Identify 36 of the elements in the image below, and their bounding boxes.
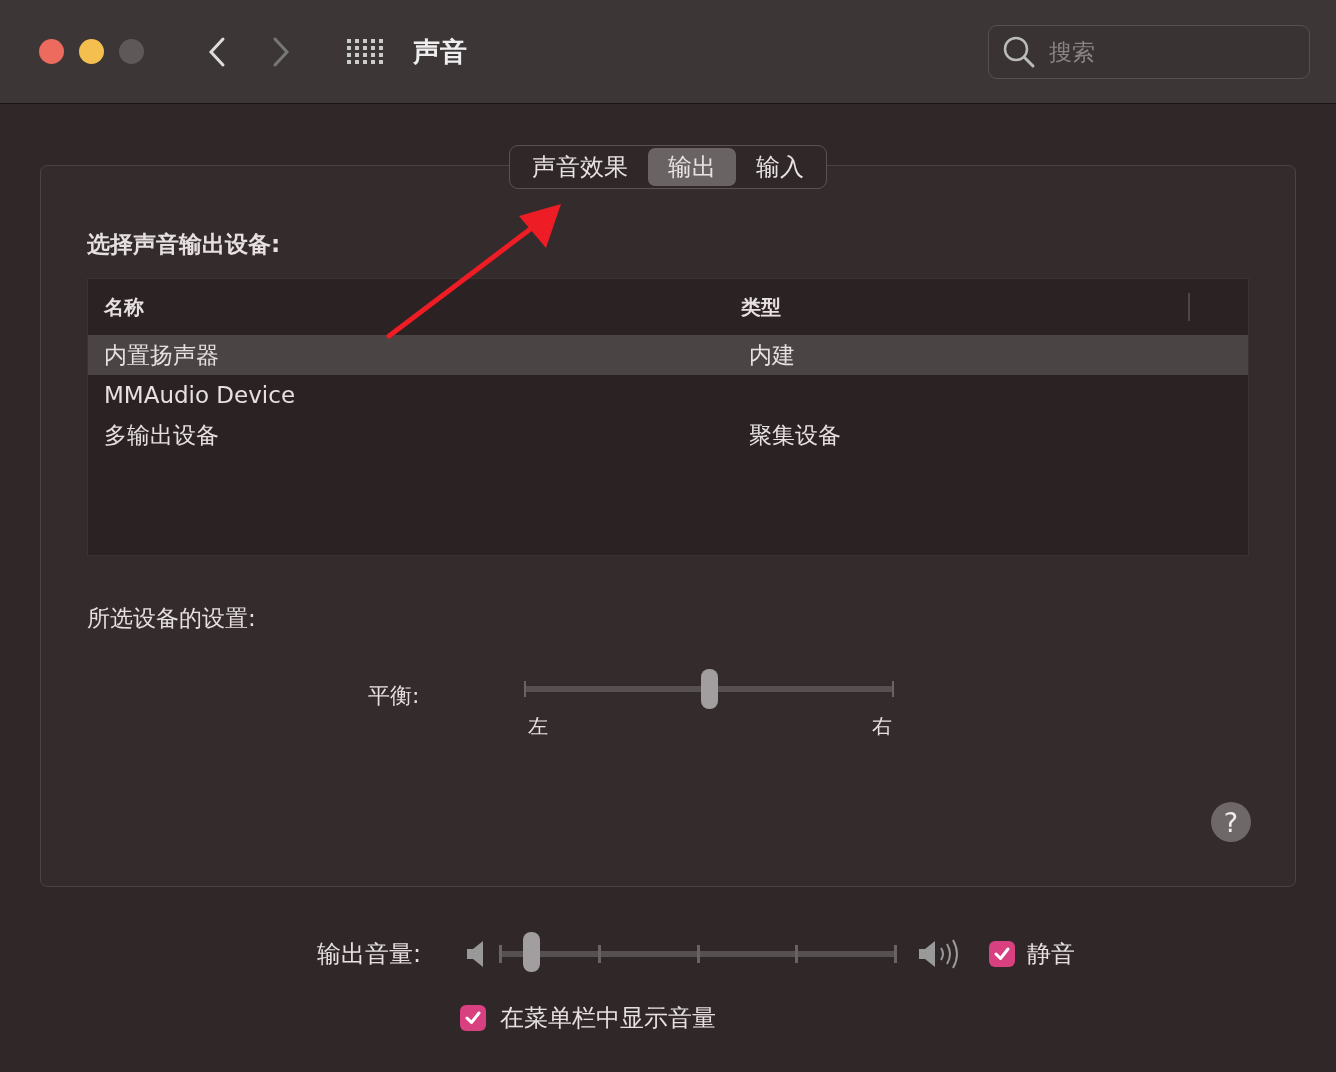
balance-label: 平衡: [368,682,421,710]
table-cell-text: 内建 [748,340,796,370]
left-label: 左 [528,713,548,740]
tab[interactable]: 输出 [648,148,736,186]
section-heading: 所选设备的设置: [87,604,257,633]
help-button[interactable]: ? [1211,802,1251,842]
table-cell-text: MMAudio Device [103,382,297,408]
device-row[interactable]: 多输出设备 聚集设备 [88,415,1248,455]
right-label: 右 [872,713,892,740]
forward-icon[interactable] [271,35,291,68]
column-header[interactable]: 名称 [88,293,725,321]
checkmark-icon [993,945,1011,963]
mute-label: 静音 [1027,939,1075,970]
checkbox[interactable] [989,941,1015,967]
section-heading: 选择声音输出设备: [87,230,282,259]
table-cell-text: 聚集设备 [748,420,842,450]
search-field[interactable]: 搜索 [988,24,1310,79]
column-header[interactable]: 类型 [725,293,1190,321]
volume-label: 输出音量: [317,939,423,970]
table-cell-text: 内置扬声器 [103,340,220,370]
back-icon[interactable] [207,35,227,68]
close-button[interactable] [39,39,64,64]
search-icon [1002,34,1036,69]
checkmark-icon [464,1009,482,1027]
checkbox[interactable] [460,1005,486,1031]
grid-icon[interactable] [347,38,383,65]
slider-thumb[interactable] [701,669,718,709]
tab[interactable]: 输入 [736,148,824,186]
minimize-button[interactable] [79,39,104,64]
table-cell-text: 多输出设备 [103,420,220,450]
tab[interactable]: 声音效果 [512,148,648,186]
window-title: 声音 [413,34,467,69]
slider-thumb[interactable] [522,932,540,972]
device-row[interactable]: 内置扬声器 内建 [88,335,1248,375]
device-row[interactable]: MMAudio Device [88,375,1248,415]
menu-bar-volume-label: 在菜单栏中显示音量 [500,1003,716,1034]
